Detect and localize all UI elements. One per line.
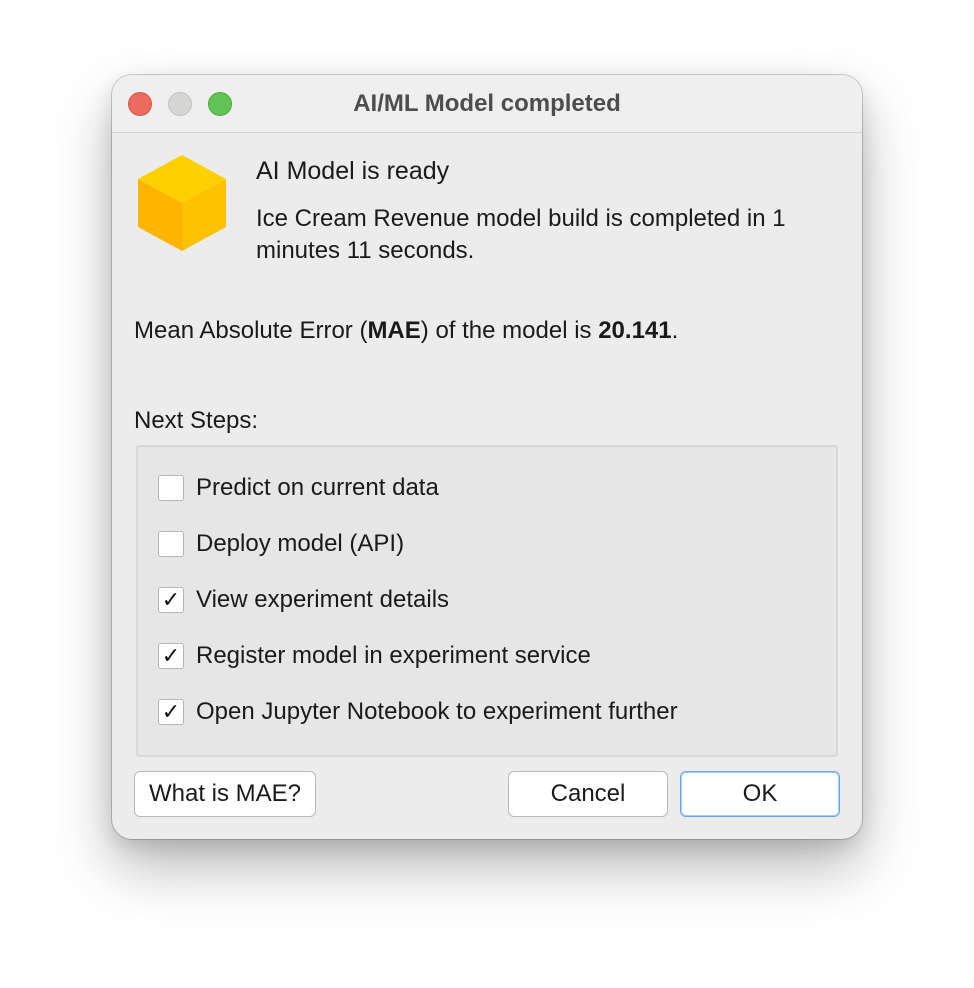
view-details-checkbox[interactable]: ✓ <box>158 587 184 613</box>
model-cube-icon <box>138 155 226 251</box>
step-register-model[interactable]: ✓ Register model in experiment service <box>158 641 591 671</box>
dialog-heading: AI Model is ready <box>256 157 450 185</box>
mae-prefix: Mean Absolute Error ( <box>134 317 368 344</box>
step-open-notebook[interactable]: ✓ Open Jupyter Notebook to experiment fu… <box>158 697 678 727</box>
dialog-window: AI/ML Model completed AI Model is ready … <box>112 75 862 839</box>
next-steps-panel: Predict on current data Deploy model (AP… <box>136 445 838 757</box>
ok-button[interactable]: OK <box>680 771 840 817</box>
register-model-checkbox[interactable]: ✓ <box>158 643 184 669</box>
next-steps-label: Next Steps: <box>134 407 259 434</box>
open-notebook-checkbox[interactable]: ✓ <box>158 699 184 725</box>
step-predict[interactable]: Predict on current data <box>158 473 439 503</box>
mae-middle: ) of the model is <box>420 317 599 344</box>
predict-checkbox[interactable] <box>158 475 184 501</box>
mae-suffix: . <box>671 317 679 344</box>
mae-value: 20.141 <box>598 317 672 344</box>
deploy-checkbox[interactable] <box>158 531 184 557</box>
step-label: View experiment details <box>196 586 450 613</box>
step-view-details[interactable]: ✓ View experiment details <box>158 585 449 615</box>
title-bar[interactable]: AI/ML Model completed <box>112 75 862 133</box>
step-label: Deploy model (API) <box>196 530 405 557</box>
dialog-description: Ice Cream Revenue model build is complet… <box>256 205 786 264</box>
mae-metric: MAE <box>367 317 421 344</box>
step-label: Open Jupyter Notebook to experiment furt… <box>196 698 678 725</box>
step-deploy[interactable]: Deploy model (API) <box>158 529 404 559</box>
step-label: Predict on current data <box>196 474 439 501</box>
what-is-mae-button[interactable]: What is MAE? <box>134 771 316 817</box>
window-title: AI/ML Model completed <box>353 90 621 117</box>
mae-summary: Mean Absolute Error (MAE) of the model i… <box>134 317 678 345</box>
step-label: Register model in experiment service <box>196 642 591 669</box>
cancel-button[interactable]: Cancel <box>508 771 668 817</box>
